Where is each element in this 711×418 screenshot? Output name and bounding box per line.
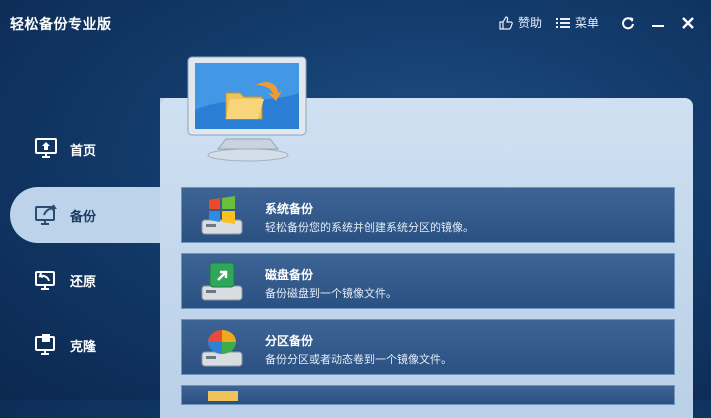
thumbs-up-icon bbox=[499, 15, 513, 30]
donate-label: 赞助 bbox=[517, 16, 542, 30]
disk-icon bbox=[201, 262, 243, 301]
close-button[interactable] bbox=[681, 16, 695, 30]
menu-button[interactable]: 菜单 bbox=[555, 14, 599, 31]
sidebar-label-backup: 备份 bbox=[70, 210, 97, 225]
sidebar-item-clone[interactable]: 克隆 bbox=[0, 317, 160, 373]
close-icon bbox=[682, 16, 694, 29]
title-bar-controls: 赞助 菜单 bbox=[485, 14, 695, 31]
system-backup-card[interactable]: 系统备份 轻松备份您的系统并创建系统分区的镜像。 bbox=[181, 187, 675, 243]
partition-backup-title: 分区备份 bbox=[265, 334, 314, 348]
partition-pie-icon bbox=[201, 330, 243, 367]
menu-icon bbox=[555, 17, 570, 28]
sidebar-label-clone: 克隆 bbox=[70, 340, 97, 355]
title-bar: 轻松备份专业版 赞助 菜单 bbox=[0, 0, 711, 48]
system-backup-desc: 轻松备份您的系统并创建系统分区的镜像。 bbox=[265, 221, 474, 234]
minimize-button[interactable] bbox=[651, 16, 665, 30]
partition-backup-card[interactable]: 分区备份 备份分区或者动态卷到一个镜像文件。 bbox=[181, 319, 675, 375]
refresh-icon bbox=[622, 16, 634, 29]
disk-backup-card[interactable]: 磁盘备份 备份磁盘到一个镜像文件。 bbox=[181, 253, 675, 309]
partition-backup-desc: 备份分区或者动态卷到一个镜像文件。 bbox=[265, 353, 452, 366]
backup-monitor-illustration bbox=[187, 56, 307, 162]
backup-monitor-icon bbox=[35, 204, 57, 225]
app-title: 轻松备份专业版 bbox=[10, 17, 112, 33]
more-backup-card[interactable] bbox=[181, 385, 675, 405]
system-backup-title: 系统备份 bbox=[265, 202, 314, 216]
minimize-icon bbox=[652, 24, 664, 27]
windows-system-icon bbox=[201, 196, 243, 235]
home-monitor-icon bbox=[35, 138, 57, 158]
donate-button[interactable]: 赞助 bbox=[499, 14, 542, 31]
refresh-button[interactable] bbox=[621, 16, 635, 30]
menu-label: 菜单 bbox=[574, 16, 599, 30]
sidebar-item-restore[interactable]: 还原 bbox=[0, 252, 160, 308]
sidebar-item-backup[interactable]: 备份 bbox=[10, 187, 160, 243]
sidebar-label-restore: 还原 bbox=[70, 275, 97, 290]
clone-monitor-icon bbox=[35, 334, 55, 355]
sidebar-item-home[interactable]: 首页 bbox=[0, 121, 160, 177]
disk-backup-desc: 备份磁盘到一个镜像文件。 bbox=[265, 287, 397, 300]
disk-backup-title: 磁盘备份 bbox=[265, 268, 314, 282]
sidebar-label-home: 首页 bbox=[70, 144, 97, 159]
restore-monitor-icon bbox=[35, 271, 55, 290]
